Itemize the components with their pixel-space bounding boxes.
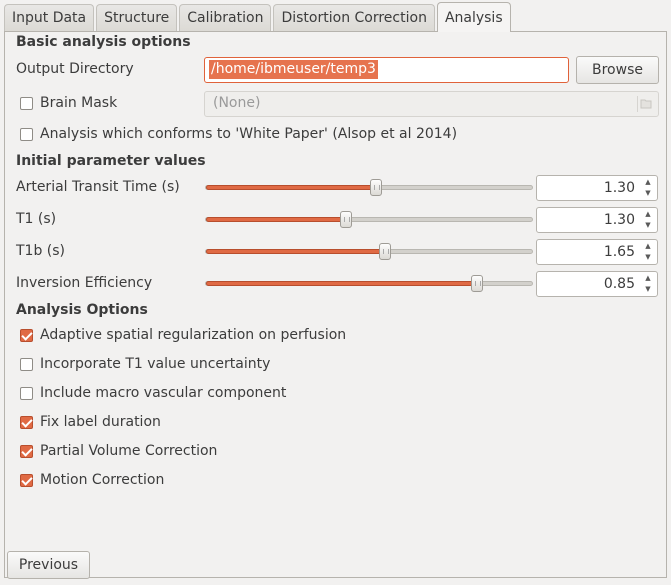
chevron-down-icon[interactable]: ▼ bbox=[645, 285, 650, 294]
inversion-efficiency-spinbox[interactable]: 0.85 ▲ ▼ bbox=[536, 271, 658, 297]
brain-mask-value: (None) bbox=[213, 95, 261, 111]
partial-volume-correction-checkbox[interactable] bbox=[20, 445, 33, 458]
option-label: Include macro vascular component bbox=[40, 385, 287, 401]
param-label: T1b (s) bbox=[16, 243, 66, 259]
analysis-options-title: Analysis Options bbox=[16, 302, 148, 318]
brain-mask-checkbox[interactable] bbox=[20, 97, 33, 110]
fix-label-duration-checkbox[interactable] bbox=[20, 416, 33, 429]
slider-fill bbox=[206, 249, 386, 254]
tab-bar: Input Data Structure Calibration Distort… bbox=[4, 2, 513, 32]
tab-input-data[interactable]: Input Data bbox=[4, 4, 95, 31]
output-directory-field[interactable]: /home/ibmeuser/temp3 bbox=[204, 57, 569, 83]
t1b-slider[interactable] bbox=[205, 243, 533, 260]
option-label: Motion Correction bbox=[40, 472, 165, 488]
spin-value: 1.30 bbox=[603, 212, 635, 228]
param-label: Inversion Efficiency bbox=[16, 275, 153, 291]
param-label: Arterial Transit Time (s) bbox=[16, 179, 180, 195]
initial-params-title: Initial parameter values bbox=[16, 153, 206, 169]
option-label: Adaptive spatial regularization on perfu… bbox=[40, 327, 347, 343]
t1-spinbox[interactable]: 1.30 ▲ ▼ bbox=[536, 207, 658, 233]
slider-handle[interactable] bbox=[470, 275, 483, 292]
tab-analysis[interactable]: Analysis bbox=[436, 2, 511, 32]
t1-uncertainty-checkbox[interactable] bbox=[20, 358, 33, 371]
slider-handle[interactable] bbox=[379, 243, 392, 260]
att-slider[interactable] bbox=[205, 179, 533, 196]
basic-options-title: Basic analysis options bbox=[16, 34, 191, 50]
tab-structure[interactable]: Structure bbox=[96, 4, 178, 31]
chevron-down-icon[interactable]: ▼ bbox=[645, 189, 650, 198]
tab-calibration[interactable]: Calibration bbox=[179, 4, 272, 31]
browse-button[interactable]: Browse bbox=[576, 56, 659, 84]
brain-mask-file-select[interactable]: (None) bbox=[204, 91, 659, 117]
folder-icon[interactable] bbox=[637, 96, 654, 112]
chevron-down-icon[interactable]: ▼ bbox=[645, 253, 650, 262]
slider-fill bbox=[206, 185, 376, 190]
chevron-up-icon[interactable]: ▲ bbox=[645, 178, 650, 187]
option-label: Fix label duration bbox=[40, 414, 161, 430]
slider-fill bbox=[206, 281, 477, 286]
spin-value: 0.85 bbox=[603, 276, 635, 292]
motion-correction-checkbox[interactable] bbox=[20, 474, 33, 487]
tab-distortion-correction[interactable]: Distortion Correction bbox=[273, 4, 435, 31]
output-directory-value: /home/ibmeuser/temp3 bbox=[209, 60, 378, 79]
spin-value: 1.30 bbox=[603, 180, 635, 196]
brain-mask-label: Brain Mask bbox=[40, 95, 118, 111]
previous-button[interactable]: Previous bbox=[7, 551, 90, 579]
inversion-efficiency-slider[interactable] bbox=[205, 275, 533, 292]
output-directory-label: Output Directory bbox=[16, 61, 134, 77]
spatial-regularization-checkbox[interactable] bbox=[20, 329, 33, 342]
macro-vascular-checkbox[interactable] bbox=[20, 387, 33, 400]
slider-handle[interactable] bbox=[369, 179, 382, 196]
slider-fill bbox=[206, 217, 347, 222]
spin-value: 1.65 bbox=[603, 244, 635, 260]
chevron-up-icon[interactable]: ▲ bbox=[645, 274, 650, 283]
t1-slider[interactable] bbox=[205, 211, 533, 228]
option-label: Partial Volume Correction bbox=[40, 443, 218, 459]
t1b-spinbox[interactable]: 1.65 ▲ ▼ bbox=[536, 239, 658, 265]
chevron-up-icon[interactable]: ▲ bbox=[645, 242, 650, 251]
slider-handle[interactable] bbox=[340, 211, 353, 228]
white-paper-label: Analysis which conforms to 'White Paper'… bbox=[40, 126, 458, 142]
white-paper-checkbox[interactable] bbox=[20, 128, 33, 141]
att-spinbox[interactable]: 1.30 ▲ ▼ bbox=[536, 175, 658, 201]
chevron-down-icon[interactable]: ▼ bbox=[645, 221, 650, 230]
param-label: T1 (s) bbox=[16, 211, 57, 227]
option-label: Incorporate T1 value uncertainty bbox=[40, 356, 271, 372]
chevron-up-icon[interactable]: ▲ bbox=[645, 210, 650, 219]
